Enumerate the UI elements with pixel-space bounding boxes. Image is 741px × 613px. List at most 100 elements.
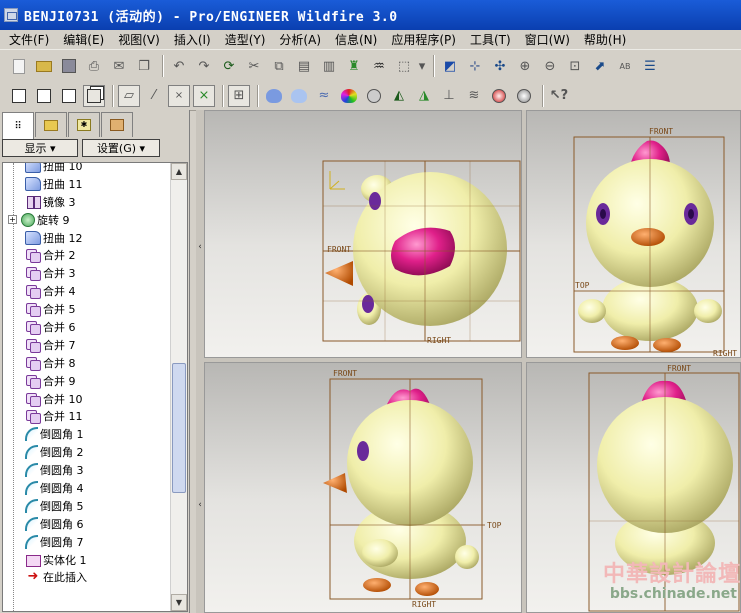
app-icon[interactable] bbox=[4, 8, 18, 22]
reorient-icon[interactable]: ⬈ bbox=[589, 55, 611, 77]
surface-analysis-icon[interactable] bbox=[488, 85, 510, 107]
datum-point-icon[interactable]: × bbox=[168, 84, 190, 107]
folder-browser-tab[interactable] bbox=[35, 112, 67, 137]
hidden-line-icon[interactable] bbox=[33, 85, 55, 107]
layers-icon[interactable]: ☰ bbox=[639, 55, 661, 77]
zoom-fit-icon[interactable]: ⊡ bbox=[564, 55, 586, 77]
viewport-top-right[interactable]: FRONT TOP RIGHT bbox=[526, 110, 741, 358]
appearance-icon[interactable] bbox=[363, 85, 385, 107]
show-button[interactable]: 显示 ▾ bbox=[2, 139, 78, 157]
new-file-icon[interactable] bbox=[8, 55, 30, 77]
expand-plus-icon[interactable]: + bbox=[8, 215, 17, 225]
tree-item[interactable]: 倒圆角 4 bbox=[3, 479, 171, 497]
menu-view[interactable]: 视图(V) bbox=[111, 31, 167, 48]
menu-style[interactable]: 造型(Y) bbox=[218, 31, 273, 48]
spin-center-icon[interactable]: ✣ bbox=[489, 55, 511, 77]
graphics-area[interactable]: ‹ ‹ FRONT RIGHT FRONT TOP RIGHT FRONT TO… bbox=[196, 110, 741, 613]
tree-item[interactable]: 扭曲 12 bbox=[3, 229, 171, 247]
annotation-icon[interactable]: ◭ bbox=[388, 85, 410, 107]
viewport-bottom-left[interactable]: FRONT TOP RIGHT bbox=[204, 362, 522, 613]
tree-item[interactable]: 合并 9 bbox=[3, 372, 171, 390]
datum-plane-icon[interactable]: ▱ bbox=[118, 84, 140, 107]
paste-special-icon[interactable]: ▥ bbox=[318, 55, 340, 77]
tree-item[interactable]: + 旋转 9 bbox=[3, 211, 171, 229]
repaint-icon[interactable]: ◩ bbox=[439, 55, 461, 77]
tree-item[interactable]: 倒圆角 7 bbox=[3, 533, 171, 551]
datum-axis-icon[interactable]: ⁄ bbox=[143, 85, 165, 107]
collapse-arrow-icon[interactable]: ‹ bbox=[197, 242, 203, 262]
tree-item[interactable]: 合并 5 bbox=[3, 300, 171, 318]
tree-item[interactable]: 合并 3 bbox=[3, 264, 171, 282]
tree-item[interactable]: 倒圆角 1 bbox=[3, 425, 171, 443]
coordinate-system-icon[interactable]: ⨯ bbox=[193, 84, 215, 107]
dropdown-arrow-icon[interactable]: ▾ bbox=[418, 55, 426, 77]
style-feature-icon[interactable] bbox=[263, 85, 285, 107]
measure-icon[interactable]: ⊥ bbox=[438, 85, 460, 107]
tree-item[interactable]: 合并 4 bbox=[3, 282, 171, 300]
tree-item[interactable]: 扭曲 10 bbox=[3, 163, 171, 175]
connections-tab[interactable] bbox=[101, 112, 133, 137]
model-view-svg[interactable]: FRONT TOP RIGHT bbox=[205, 363, 522, 613]
paste-icon[interactable]: ▤ bbox=[293, 55, 315, 77]
color-icon[interactable] bbox=[338, 85, 360, 107]
wireframe-icon[interactable] bbox=[8, 85, 30, 107]
model-analysis-icon[interactable] bbox=[513, 85, 535, 107]
cut-icon[interactable]: ✂ bbox=[243, 55, 265, 77]
tree-scrollbar[interactable]: ▲ ▼ bbox=[170, 163, 187, 611]
tree-item[interactable]: 镜像 3 bbox=[3, 193, 171, 211]
model-tree-tab[interactable]: ⠿ bbox=[2, 112, 34, 139]
menu-window[interactable]: 窗口(W) bbox=[518, 31, 577, 48]
collapse-arrow-icon[interactable]: ‹ bbox=[197, 500, 203, 520]
tree-item[interactable]: 扭曲 11 bbox=[3, 175, 171, 193]
menu-info[interactable]: 信息(N) bbox=[328, 31, 384, 48]
scroll-thumb[interactable] bbox=[172, 363, 186, 493]
no-hidden-icon[interactable] bbox=[58, 85, 80, 107]
tree-item[interactable]: 合并 2 bbox=[3, 246, 171, 264]
context-help-icon[interactable]: ↖? bbox=[548, 85, 570, 107]
shading-icon[interactable] bbox=[83, 84, 105, 107]
menu-analysis[interactable]: 分析(A) bbox=[272, 31, 328, 48]
viewport-top-left[interactable]: FRONT RIGHT bbox=[204, 110, 522, 358]
menu-file[interactable]: 文件(F) bbox=[2, 31, 56, 48]
open-folder-icon[interactable] bbox=[33, 55, 55, 77]
panel-splitter[interactable]: ‹ ‹ bbox=[196, 110, 204, 613]
menu-insert[interactable]: 插入(I) bbox=[167, 31, 218, 48]
tree-item[interactable]: 合并 6 bbox=[3, 318, 171, 336]
copy-icon[interactable]: ⧉ bbox=[268, 55, 290, 77]
model-view-svg[interactable]: FRONT TOP RIGHT bbox=[527, 111, 741, 358]
sketch-icon[interactable]: ⊞ bbox=[228, 84, 250, 107]
email-icon[interactable]: ✉ bbox=[108, 55, 130, 77]
title-bar[interactable]: BENJI0731 (活动的) - Pro/ENGINEER Wildfire … bbox=[0, 0, 741, 30]
save-icon[interactable] bbox=[58, 55, 80, 77]
menu-help[interactable]: 帮助(H) bbox=[577, 31, 633, 48]
tree-item[interactable]: 合并 10 bbox=[3, 390, 171, 408]
menu-applications[interactable]: 应用程序(P) bbox=[384, 31, 463, 48]
selection-box-icon[interactable]: ⬚ bbox=[393, 55, 415, 77]
tree-item[interactable]: 倒圆角 2 bbox=[3, 443, 171, 461]
tree-item[interactable]: 合并 8 bbox=[3, 354, 171, 372]
sketch-view-icon[interactable]: ◮ bbox=[413, 85, 435, 107]
curve-analysis-icon[interactable]: ≋ bbox=[463, 85, 485, 107]
tree-item[interactable]: 实体化 1 bbox=[3, 551, 171, 569]
print-icon[interactable]: ⎙ bbox=[83, 55, 105, 77]
zoom-in-icon[interactable]: ⊕ bbox=[514, 55, 536, 77]
tree-item[interactable]: ➜ 在此插入 bbox=[3, 568, 171, 586]
find-icon[interactable]: ♒ bbox=[368, 55, 390, 77]
zoom-out-icon[interactable]: ⊖ bbox=[539, 55, 561, 77]
settings-button[interactable]: 设置(G) ▾ bbox=[82, 139, 160, 157]
saved-views-icon[interactable]: AB bbox=[614, 55, 636, 77]
favorites-tab[interactable]: ✱ bbox=[68, 112, 100, 137]
undo-icon[interactable]: ↶ bbox=[168, 55, 190, 77]
copy-window-icon[interactable]: ❐ bbox=[133, 55, 155, 77]
tree-item[interactable]: 倒圆角 6 bbox=[3, 515, 171, 533]
redo-icon[interactable]: ↷ bbox=[193, 55, 215, 77]
menu-tools[interactable]: 工具(T) bbox=[463, 31, 518, 48]
refit-icon[interactable]: ⊹ bbox=[464, 55, 486, 77]
boundary-blend-icon[interactable] bbox=[288, 85, 310, 107]
scroll-down-button[interactable]: ▼ bbox=[171, 594, 187, 611]
swept-blend-icon[interactable]: ≈ bbox=[313, 85, 335, 107]
regenerate-icon[interactable]: ⟳ bbox=[218, 55, 240, 77]
menu-edit[interactable]: 编辑(E) bbox=[56, 31, 111, 48]
model-view-svg[interactable]: FRONT RIGHT bbox=[205, 111, 522, 358]
tree-item[interactable]: 合并 7 bbox=[3, 336, 171, 354]
